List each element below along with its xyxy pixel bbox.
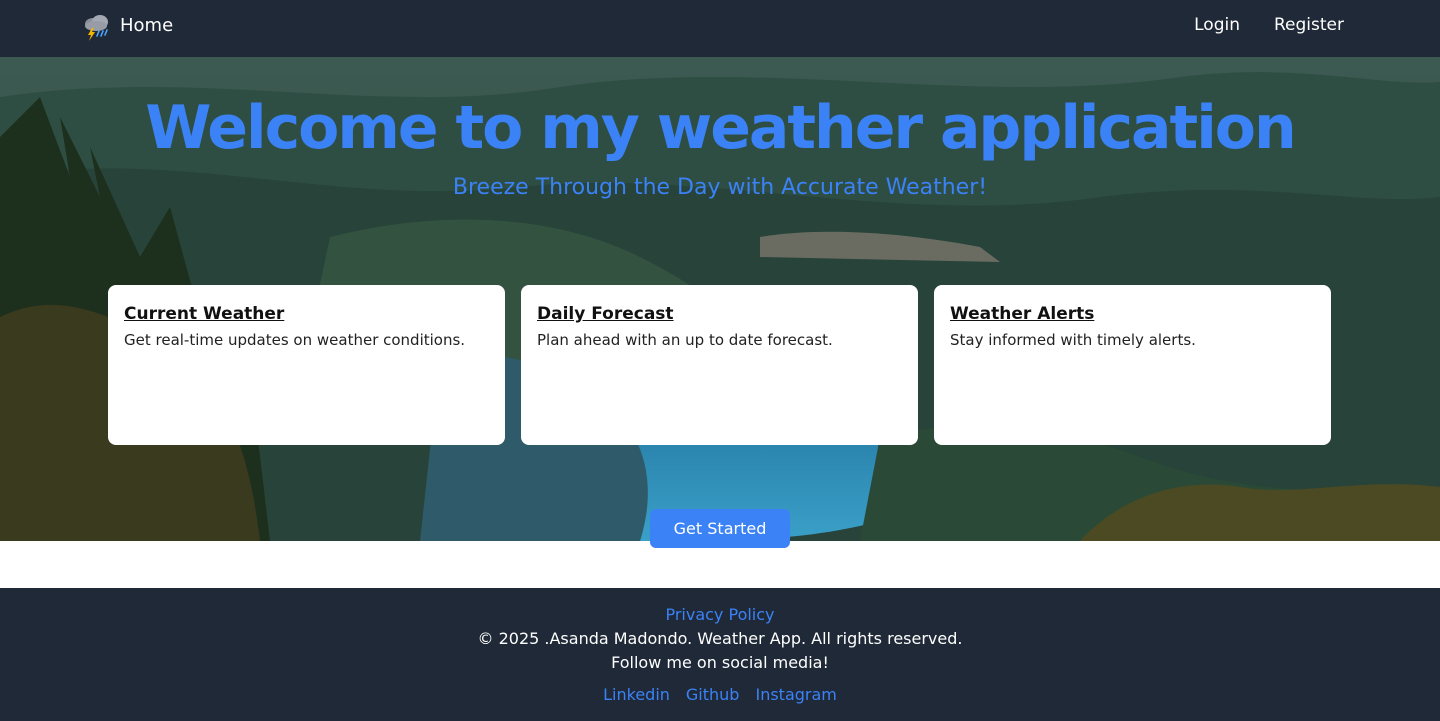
card-title: Weather Alerts [950, 304, 1095, 324]
feature-card-daily-forecast: Daily Forecast Plan ahead with an up to … [521, 285, 918, 445]
home-link[interactable]: Home [80, 10, 173, 42]
linkedin-link[interactable]: Linkedin [603, 684, 670, 706]
card-title: Current Weather [124, 304, 285, 324]
feature-cards: Current Weather Get real-time updates on… [108, 285, 1332, 445]
instagram-link[interactable]: Instagram [755, 684, 836, 706]
feature-card-current-weather: Current Weather Get real-time updates on… [108, 285, 505, 445]
hero-subtitle: Breeze Through the Day with Accurate Wea… [452, 175, 988, 200]
brand-label: Home [120, 15, 174, 36]
get-started-button[interactable]: Get Started [650, 509, 790, 548]
github-link[interactable]: Github [686, 684, 740, 706]
card-text: Stay informed with timely alerts. [950, 331, 1196, 349]
page-footer: Privacy Policy © 2025 .Asanda Madondo. W… [0, 588, 1440, 721]
hero-title: Welcome to my weather application [145, 93, 1296, 163]
card-text: Plan ahead with an up to date forecast. [537, 331, 833, 349]
privacy-policy-link[interactable]: Privacy Policy [0, 604, 1440, 626]
top-navbar: Home Login Register [0, 0, 1440, 57]
card-title: Daily Forecast [537, 304, 674, 324]
login-link[interactable]: Login [1194, 14, 1240, 36]
nav-links: Login Register [1194, 14, 1344, 36]
register-link[interactable]: Register [1274, 14, 1344, 36]
copyright-text: © 2025 .Asanda Madondo. Weather App. All… [477, 629, 963, 648]
card-text: Get real-time updates on weather conditi… [124, 331, 466, 349]
feature-card-weather-alerts: Weather Alerts Stay informed with timely… [934, 285, 1331, 445]
follow-text: Follow me on social media! [611, 653, 829, 672]
hero-section: Welcome to my weather application Breeze… [0, 57, 1440, 541]
storm-cloud-icon [85, 15, 108, 41]
social-links: Linkedin Github Instagram [0, 684, 1440, 706]
